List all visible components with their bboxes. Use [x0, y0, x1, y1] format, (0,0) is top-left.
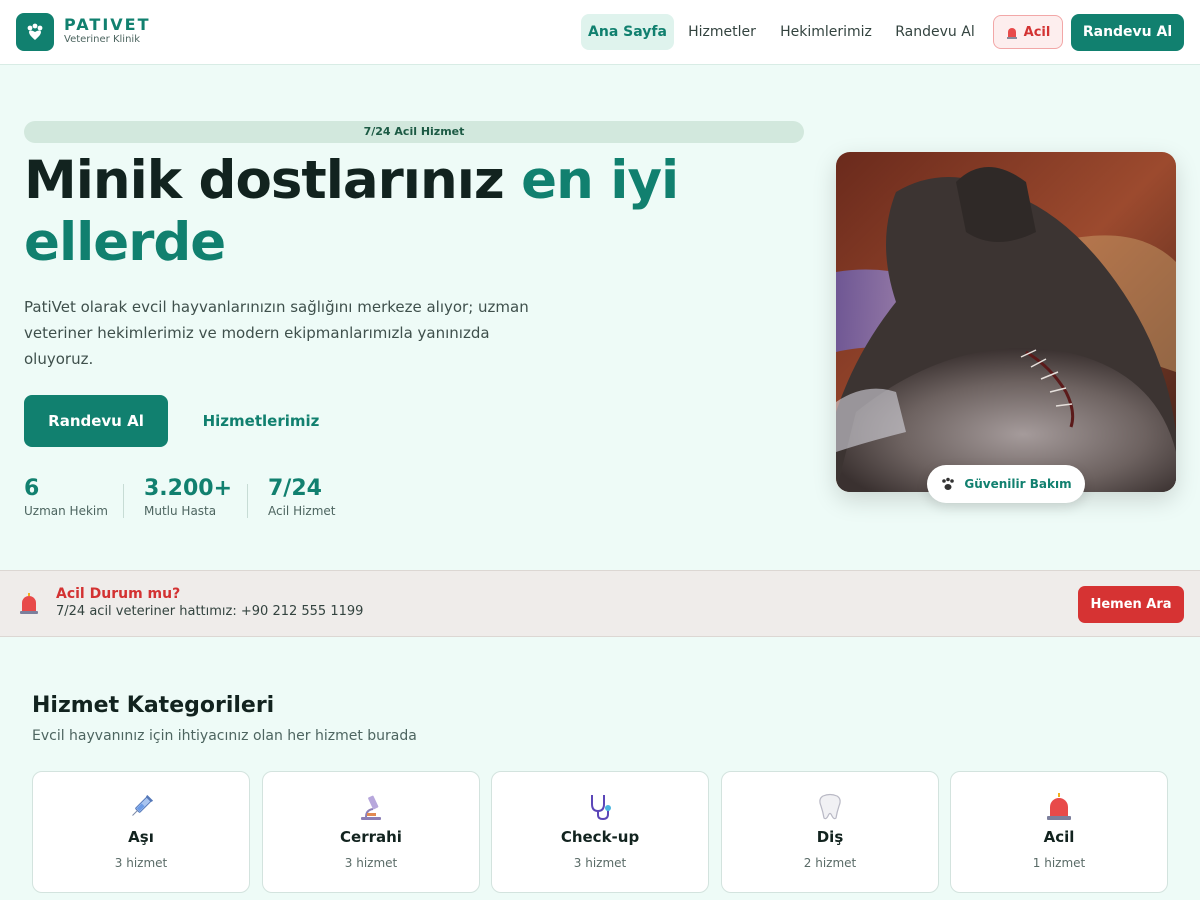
category-name: Check-up	[560, 828, 640, 846]
nav-home[interactable]: Ana Sayfa	[581, 14, 674, 50]
syringe-icon	[132, 794, 154, 816]
category-name: Aşı	[128, 828, 154, 846]
category-count: 1 hizmet	[1032, 856, 1086, 870]
category-count: 3 hizmet	[573, 856, 627, 870]
hero-title: Minik dostlarınız en iyi ellerde	[24, 150, 724, 274]
stat-divider	[123, 484, 124, 518]
trust-badge-label: Güvenilir Bakım	[964, 477, 1072, 491]
emergency-banner: Acil Durum mu? 7/24 acil veteriner hattı…	[0, 570, 1200, 637]
stat-label: Uzman Hekim	[24, 504, 108, 518]
paw-heart-logo-icon[interactable]	[16, 13, 54, 51]
hero-cat-photo	[836, 152, 1176, 492]
brand-name[interactable]: PATIVET	[64, 15, 151, 34]
category-card-vaccine[interactable]: Aşı 3 hizmet	[32, 771, 250, 893]
stat-emergency: 7/24 Acil Hizmet	[268, 476, 336, 518]
nav-services[interactable]: Hizmetler	[682, 14, 762, 50]
hero-description: PatiVet olarak evcil hayvanlarınızın sağ…	[24, 298, 529, 368]
siren-icon	[20, 593, 38, 614]
emergency-nav-button[interactable]: Acil	[993, 15, 1063, 49]
siren-icon	[1006, 28, 1017, 39]
hero-badge: 7/24 Acil Hizmet	[24, 121, 804, 143]
services-title: Hizmet Kategorileri	[32, 693, 275, 718]
site-header: PATIVET Veteriner Klinik Ana Sayfa Hizme…	[0, 0, 1200, 65]
stat-divider	[247, 484, 248, 518]
stat-label: Acil Hizmet	[268, 504, 336, 518]
nav-appointment[interactable]: Randevu Al	[888, 14, 982, 50]
microscope-icon	[361, 795, 381, 820]
stat-value: 6	[24, 476, 40, 501]
siren-icon	[1047, 793, 1071, 820]
header-appointment-button[interactable]: Randevu Al	[1071, 14, 1184, 51]
brand-tagline: Veteriner Klinik	[64, 34, 140, 45]
stat-label: Mutlu Hasta	[144, 504, 217, 518]
services-subtitle: Evcil hayvanınız için ihtiyacınız olan h…	[32, 728, 417, 744]
category-count: 2 hizmet	[803, 856, 857, 870]
emergency-nav-label: Acil	[1023, 24, 1051, 40]
emergency-title: Acil Durum mu?	[56, 586, 181, 602]
stethoscope-icon	[591, 795, 611, 821]
stat-value: 3.200+	[144, 476, 233, 501]
tooth-icon	[819, 793, 841, 820]
stat-value: 7/24	[268, 476, 322, 501]
hero-title-main: Minik dostlarınız	[24, 150, 522, 211]
category-name: Acil	[1043, 828, 1075, 846]
stat-patients: 3.200+ Mutlu Hasta	[144, 476, 232, 518]
category-count: 3 hizmet	[114, 856, 168, 870]
category-card-surgery[interactable]: Cerrahi 3 hizmet	[262, 771, 480, 893]
stat-doctors: 6 Uzman Hekim	[24, 476, 108, 518]
category-card-dental[interactable]: Diş 2 hizmet	[721, 771, 939, 893]
nav-doctors[interactable]: Hekimlerimiz	[772, 14, 880, 50]
category-card-emergency[interactable]: Acil 1 hizmet	[950, 771, 1168, 893]
category-name: Diş	[816, 828, 844, 846]
category-name: Cerrahi	[340, 828, 402, 846]
trust-badge-chip: Güvenilir Bakım	[927, 465, 1085, 503]
hero-services-button[interactable]: Hizmetlerimiz	[190, 395, 332, 447]
emergency-phone-text: 7/24 acil veteriner hattımız: +90 212 55…	[56, 604, 364, 619]
category-count: 3 hizmet	[344, 856, 398, 870]
category-card-checkup[interactable]: Check-up 3 hizmet	[491, 771, 709, 893]
hero-appointment-button[interactable]: Randevu Al	[24, 395, 168, 447]
call-now-button[interactable]: Hemen Ara	[1078, 586, 1184, 623]
paw-icon	[942, 477, 955, 490]
